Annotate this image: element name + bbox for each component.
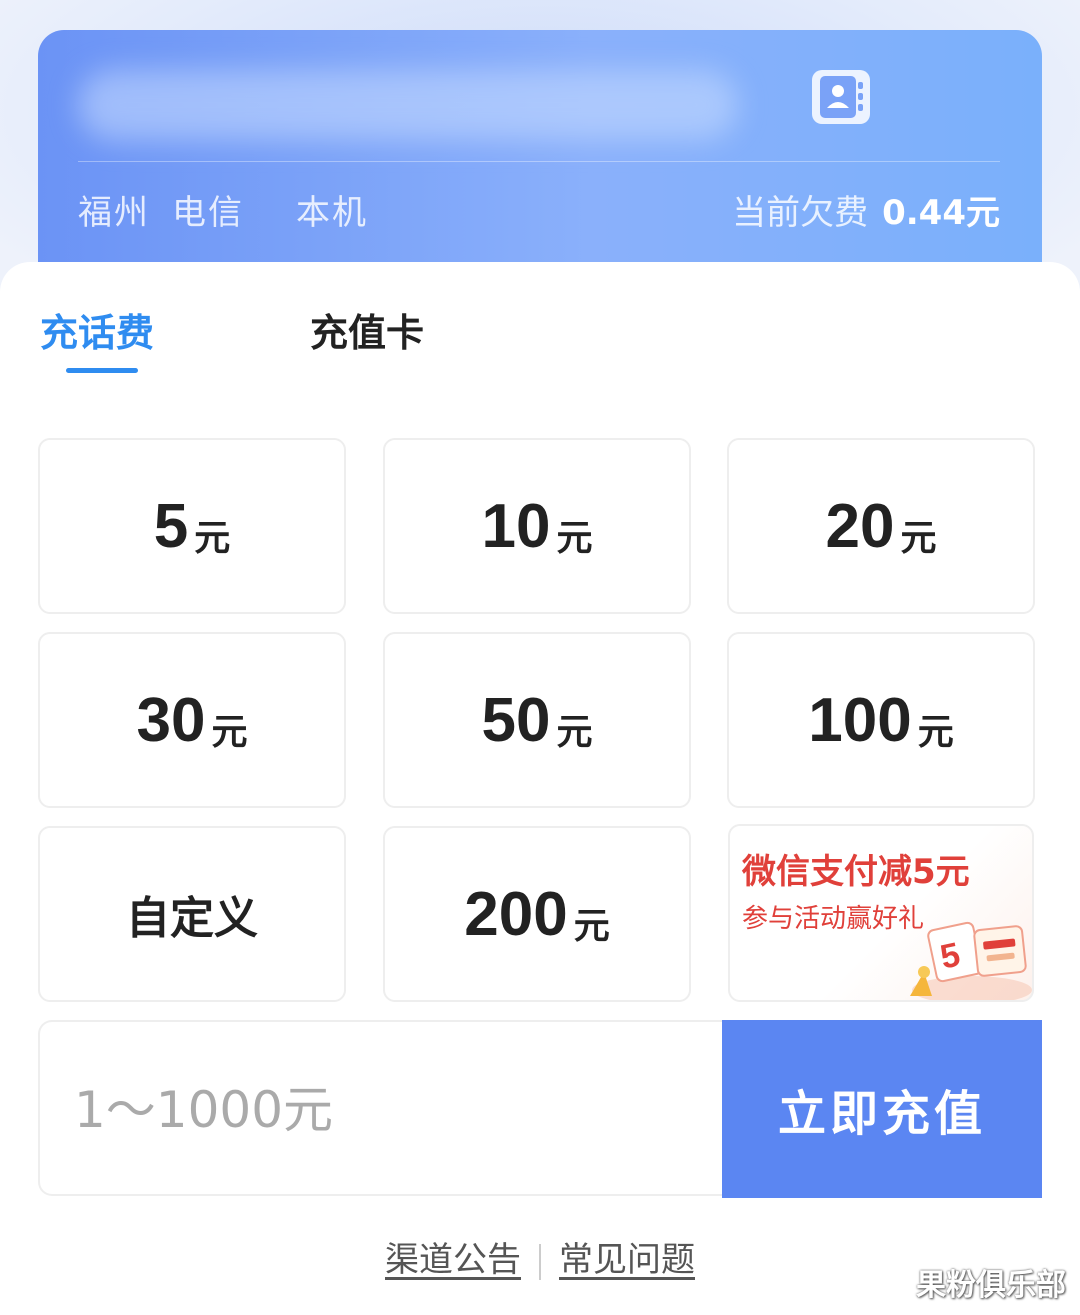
tab-phone-recharge[interactable]: 充话费	[40, 302, 154, 357]
amount-option-custom[interactable]: 自定义	[38, 826, 346, 1002]
phone-number-blurred	[78, 70, 738, 140]
recharge-now-button[interactable]: 立即充值	[722, 1020, 1042, 1198]
amount-value: 10	[481, 491, 551, 561]
amount-option-10[interactable]: 10 元	[383, 438, 691, 614]
faq-link[interactable]: 常见问题	[559, 1240, 695, 1280]
amount-value: 200	[464, 879, 568, 949]
promo-title: 微信支付减5元	[742, 852, 970, 892]
wechat-pay-promo-banner[interactable]: 微信支付减5元 参与活动赢好礼 5	[728, 824, 1034, 1002]
amount-unit: 元	[573, 906, 610, 947]
watermark: 果粉俱乐部	[916, 1268, 1066, 1303]
amount-unit: 元	[194, 518, 231, 559]
recharge-panel: 充话费 充值卡 5元 10 元 20 元 30 元 50 元 100 元 自定义 200 元…	[0, 262, 1080, 1315]
amount-unit: 元	[556, 712, 593, 753]
carrier-name: 电信	[172, 193, 244, 233]
amount-unit: 元	[556, 518, 593, 559]
amount-option-200[interactable]: 200 元	[383, 826, 691, 1002]
balance-amount: 0.44元	[882, 193, 1000, 233]
amount-unit: 元	[900, 518, 937, 559]
carrier-info: 福州 电信 本机	[78, 185, 390, 234]
announcement-link[interactable]: 渠道公告	[385, 1240, 521, 1280]
amount-value: 100	[808, 685, 912, 755]
custom-amount-label: 自定义	[126, 893, 258, 944]
promo-subtitle: 参与活动赢好礼	[742, 904, 925, 934]
amount-option-5[interactable]: 5元	[38, 438, 346, 614]
active-tab-indicator	[66, 368, 138, 373]
line-label: 本机	[296, 193, 368, 233]
amount-value: 50	[481, 685, 551, 755]
footer-separator	[539, 1243, 541, 1280]
promo-coupon-illustration: 5	[910, 921, 1032, 1000]
tab-recharge-card[interactable]: 充值卡	[310, 302, 424, 357]
amount-value: 20	[825, 491, 895, 561]
custom-amount-field	[38, 1020, 724, 1196]
custom-amount-input[interactable]	[74, 1072, 694, 1148]
amount-unit: 元	[211, 712, 248, 753]
amount-unit: 元	[917, 712, 954, 753]
balance-info: 当前欠费 0.44元	[732, 185, 1000, 234]
amount-value: 5	[153, 491, 189, 561]
balance-label: 当前欠费	[732, 193, 869, 233]
amount-option-30[interactable]: 30 元	[38, 632, 346, 808]
amount-value: 30	[136, 685, 206, 755]
account-header-card: 福州 电信 本机 当前欠费 0.44元	[38, 30, 1042, 290]
header-divider	[78, 161, 1000, 162]
amount-option-20[interactable]: 20 元	[727, 438, 1035, 614]
amount-option-50[interactable]: 50 元	[383, 632, 691, 808]
amount-option-100[interactable]: 100 元	[727, 632, 1035, 808]
carrier-city: 福州	[78, 193, 150, 233]
contact-book-icon[interactable]	[812, 70, 870, 124]
